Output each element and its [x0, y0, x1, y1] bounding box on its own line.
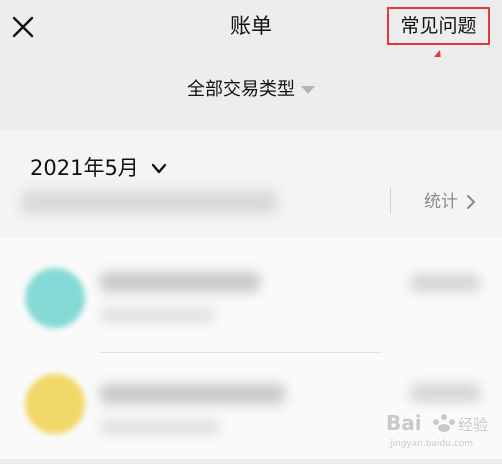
transaction-row[interactable]	[0, 238, 502, 353]
caret-down-icon	[301, 86, 315, 94]
filter-label: 全部交易类型	[187, 79, 295, 100]
month-selector[interactable]: 2021年5月	[30, 154, 168, 182]
transaction-amount-blurred	[410, 274, 480, 292]
faq-button[interactable]: 常见问题	[387, 7, 490, 45]
divider	[390, 188, 391, 214]
transaction-time-blurred	[100, 308, 215, 322]
chevron-right-icon	[467, 195, 476, 209]
avatar	[25, 374, 85, 434]
month-summary: 2021年5月 统计	[0, 130, 502, 238]
transaction-title-blurred	[100, 384, 285, 404]
month-label: 2021年5月	[30, 156, 139, 180]
app-header: 账单 常见问题	[0, 0, 502, 117]
watermark-brand: Bai	[386, 411, 422, 435]
watermark-logo-icon: Bai 经验 jingyan.baidu.com	[386, 411, 488, 449]
chevron-down-icon	[151, 163, 166, 174]
avatar	[25, 268, 85, 328]
row-divider	[100, 352, 382, 353]
stats-label: 统计	[424, 192, 458, 212]
stats-button[interactable]: 统计	[424, 189, 477, 215]
summary-text-blurred	[22, 190, 277, 214]
watermark-url: jingyan.baidu.com	[389, 439, 473, 449]
transaction-title-blurred	[100, 272, 260, 292]
filter-bar: 全部交易类型	[0, 57, 502, 129]
transaction-time-blurred	[100, 420, 220, 434]
transaction-amount-blurred	[410, 384, 480, 402]
watermark-suffix: 经验	[458, 416, 488, 434]
transaction-type-filter[interactable]: 全部交易类型	[0, 77, 502, 103]
